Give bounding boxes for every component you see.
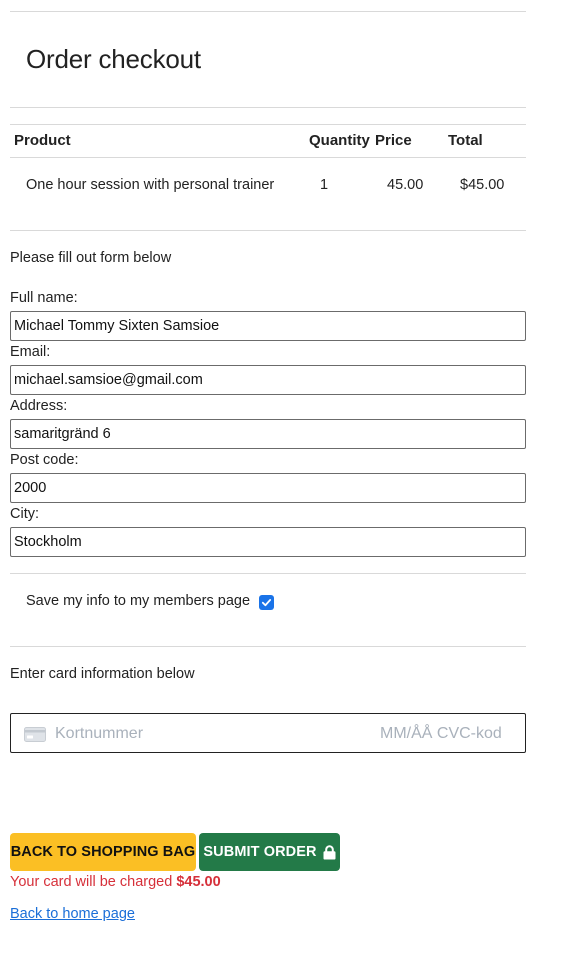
page-title: Order checkout: [26, 44, 201, 74]
charge-notice: Your card will be charged $45.00: [10, 874, 221, 890]
charge-prefix: Your card will be charged: [10, 874, 173, 890]
city-label: City:: [10, 506, 39, 522]
save-info-label: Save my info to my members page: [26, 593, 251, 609]
order-table: Product Quantity Price Total One hour se…: [10, 124, 526, 231]
card-number-placeholder[interactable]: Kortnummer: [55, 725, 143, 743]
card-input[interactable]: Kortnummer MM/ÅÅ CVC-kod: [10, 713, 526, 753]
submit-order-label: SUBMIT ORDER: [203, 844, 317, 860]
charge-amount: $45.00: [176, 874, 221, 890]
row-price: 45.00: [387, 177, 424, 193]
email-field[interactable]: [10, 365, 526, 395]
save-info-checkbox[interactable]: [259, 595, 274, 610]
table-top-border: [10, 124, 526, 125]
header-total: Total: [448, 132, 483, 149]
top-divider: [10, 11, 526, 12]
row-product: One hour session with personal trainer: [26, 177, 275, 193]
title-divider: [10, 107, 526, 108]
post-code-label: Post code:: [10, 452, 79, 468]
checkmark-icon: [261, 599, 272, 607]
form-divider: [10, 573, 526, 574]
address-field[interactable]: [10, 419, 526, 449]
header-price: Price: [375, 132, 412, 149]
header-quantity: Quantity: [309, 132, 370, 149]
back-to-shopping-bag-button[interactable]: BACK TO SHOPPING BAG: [10, 833, 196, 871]
lock-icon: [323, 844, 336, 859]
post-code-field[interactable]: [10, 473, 526, 503]
table-row: One hour session with personal trainer 1…: [10, 158, 526, 230]
card-expiry-cvc-placeholder[interactable]: MM/ÅÅ CVC-kod: [380, 725, 502, 743]
back-to-home-link[interactable]: Back to home page: [10, 906, 135, 922]
table-bottom-border: [10, 230, 526, 231]
row-quantity: 1: [320, 177, 329, 193]
credit-card-icon: [24, 727, 46, 742]
email-label: Email:: [10, 344, 51, 360]
form-intro: Please fill out form below: [10, 250, 172, 266]
header-product: Product: [14, 132, 71, 149]
address-label: Address:: [10, 398, 68, 414]
card-intro: Enter card information below: [10, 666, 195, 682]
full-name-label: Full name:: [10, 290, 78, 306]
row-total: $45.00: [460, 177, 505, 193]
card-divider: [10, 646, 526, 647]
submit-order-button[interactable]: SUBMIT ORDER: [199, 833, 340, 871]
city-field[interactable]: [10, 527, 526, 557]
back-to-shopping-bag-label: BACK TO SHOPPING BAG: [10, 844, 196, 860]
full-name-field[interactable]: [10, 311, 526, 341]
